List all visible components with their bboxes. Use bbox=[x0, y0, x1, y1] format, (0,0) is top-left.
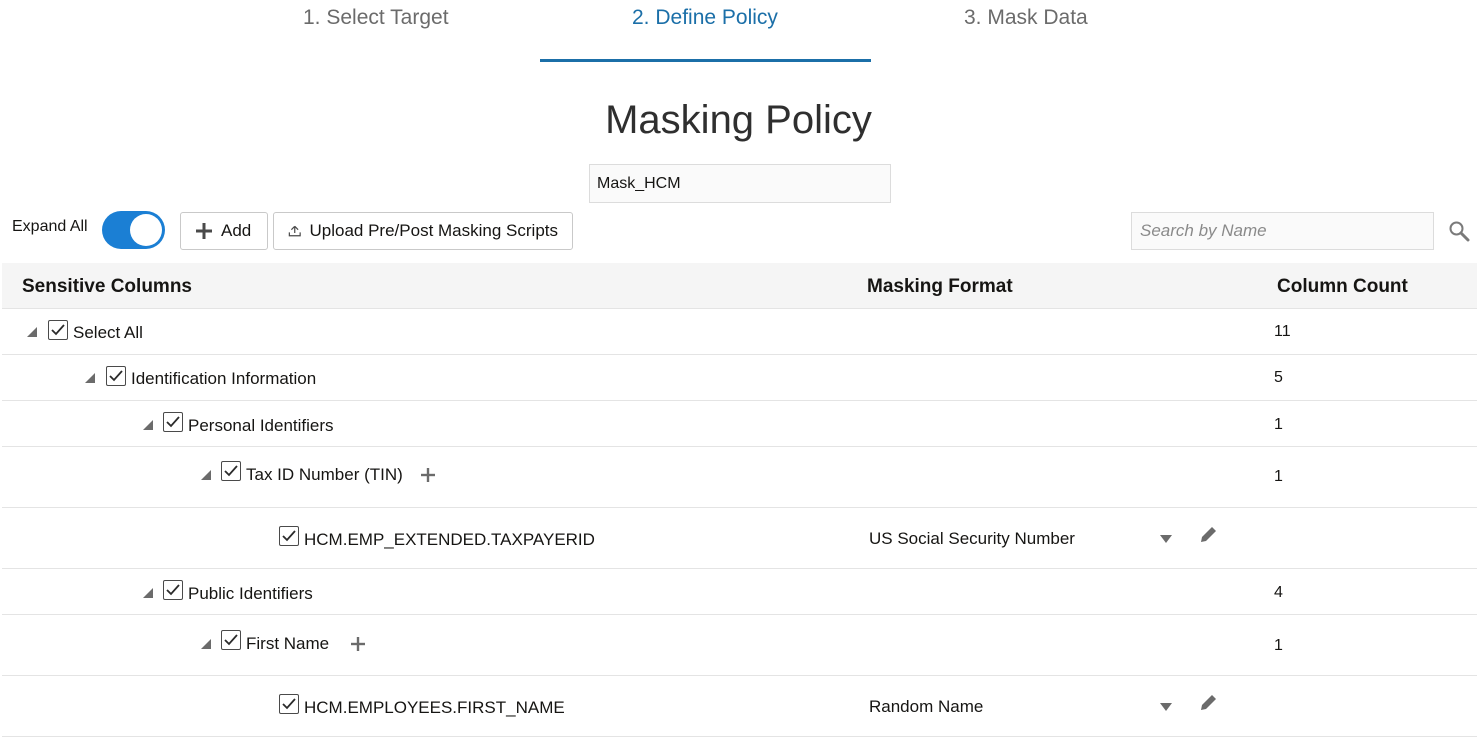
row-label: Identification Information bbox=[131, 369, 317, 388]
checkmark-icon bbox=[282, 530, 296, 542]
column-count: 1 bbox=[1274, 416, 1283, 433]
column-count: 1 bbox=[1274, 468, 1283, 485]
row-label: HCM.EMPLOYEES.FIRST_NAME bbox=[304, 698, 565, 717]
checkmark-icon bbox=[282, 698, 296, 710]
masking-format-select[interactable]: US Social Security Number bbox=[869, 529, 1075, 549]
table-row bbox=[2, 676, 1477, 737]
masking-format-select[interactable]: Random Name bbox=[869, 697, 983, 717]
checkmark-icon bbox=[166, 584, 180, 596]
row-label: Tax ID Number (TIN) bbox=[246, 465, 403, 484]
row-checkbox[interactable] bbox=[279, 694, 299, 714]
edit-pencil-icon[interactable] bbox=[1198, 693, 1218, 713]
row-checkbox[interactable] bbox=[279, 526, 299, 546]
expand-all-toggle[interactable] bbox=[102, 211, 165, 249]
checkmark-icon bbox=[224, 634, 238, 646]
toggle-knob bbox=[130, 214, 162, 246]
column-count: 1 bbox=[1274, 637, 1283, 654]
column-count: 5 bbox=[1274, 369, 1283, 386]
expand-all-label: Expand All bbox=[12, 218, 88, 235]
column-header-format[interactable]: Masking Format bbox=[867, 276, 1013, 298]
edit-pencil-icon[interactable] bbox=[1198, 525, 1218, 545]
row-label: Personal Identifiers bbox=[188, 416, 334, 435]
collapse-triangle-icon[interactable] bbox=[142, 587, 154, 599]
add-button-label: Add bbox=[221, 221, 252, 240]
add-column-plus-icon[interactable] bbox=[421, 468, 435, 482]
search-icon[interactable] bbox=[1448, 220, 1470, 242]
column-count: 4 bbox=[1274, 584, 1283, 601]
row-label: First Name bbox=[246, 634, 330, 653]
upload-scripts-label: Upload Pre/Post Masking Scripts bbox=[309, 221, 559, 240]
row-checkbox[interactable] bbox=[221, 630, 241, 650]
column-header-count[interactable]: Column Count bbox=[1277, 276, 1408, 298]
upload-scripts-button[interactable]: Upload Pre/Post Masking Scripts bbox=[273, 212, 573, 250]
table-row bbox=[2, 508, 1477, 569]
row-checkbox[interactable] bbox=[106, 366, 126, 386]
column-count: 11 bbox=[1274, 323, 1291, 340]
collapse-triangle-icon[interactable] bbox=[84, 372, 96, 384]
row-label: Select All bbox=[73, 323, 143, 342]
dropdown-arrow-icon[interactable] bbox=[1160, 703, 1172, 711]
page-title: Masking Policy bbox=[605, 98, 872, 142]
upload-icon bbox=[288, 225, 301, 237]
collapse-triangle-icon[interactable] bbox=[200, 469, 212, 481]
checkmark-icon bbox=[109, 370, 123, 382]
row-checkbox[interactable] bbox=[48, 320, 68, 340]
table-row bbox=[2, 309, 1477, 355]
row-checkbox[interactable] bbox=[163, 412, 183, 432]
collapse-triangle-icon[interactable] bbox=[26, 326, 38, 338]
table-header bbox=[2, 263, 1477, 309]
row-checkbox[interactable] bbox=[163, 580, 183, 600]
collapse-triangle-icon[interactable] bbox=[142, 419, 154, 431]
add-column-plus-icon[interactable] bbox=[351, 637, 365, 651]
checkmark-icon bbox=[166, 416, 180, 428]
column-header-sensitive[interactable]: Sensitive Columns bbox=[22, 276, 192, 298]
search-input[interactable] bbox=[1131, 212, 1434, 250]
row-label: HCM.EMP_EXTENDED.TAXPAYERID bbox=[304, 530, 595, 549]
checkmark-icon bbox=[51, 324, 65, 336]
active-step-indicator bbox=[540, 59, 871, 62]
policy-name-input[interactable] bbox=[589, 164, 891, 203]
dropdown-arrow-icon[interactable] bbox=[1160, 535, 1172, 543]
row-checkbox[interactable] bbox=[221, 461, 241, 481]
step-define-policy[interactable]: 2. Define Policy bbox=[632, 6, 778, 30]
row-label: Public Identifiers bbox=[188, 584, 313, 603]
plus-icon bbox=[196, 223, 212, 239]
checkmark-icon bbox=[224, 465, 238, 477]
collapse-triangle-icon[interactable] bbox=[200, 638, 212, 650]
step-select-target[interactable]: 1. Select Target bbox=[303, 6, 449, 30]
add-button[interactable]: Add bbox=[180, 212, 268, 250]
step-mask-data[interactable]: 3. Mask Data bbox=[964, 6, 1088, 30]
